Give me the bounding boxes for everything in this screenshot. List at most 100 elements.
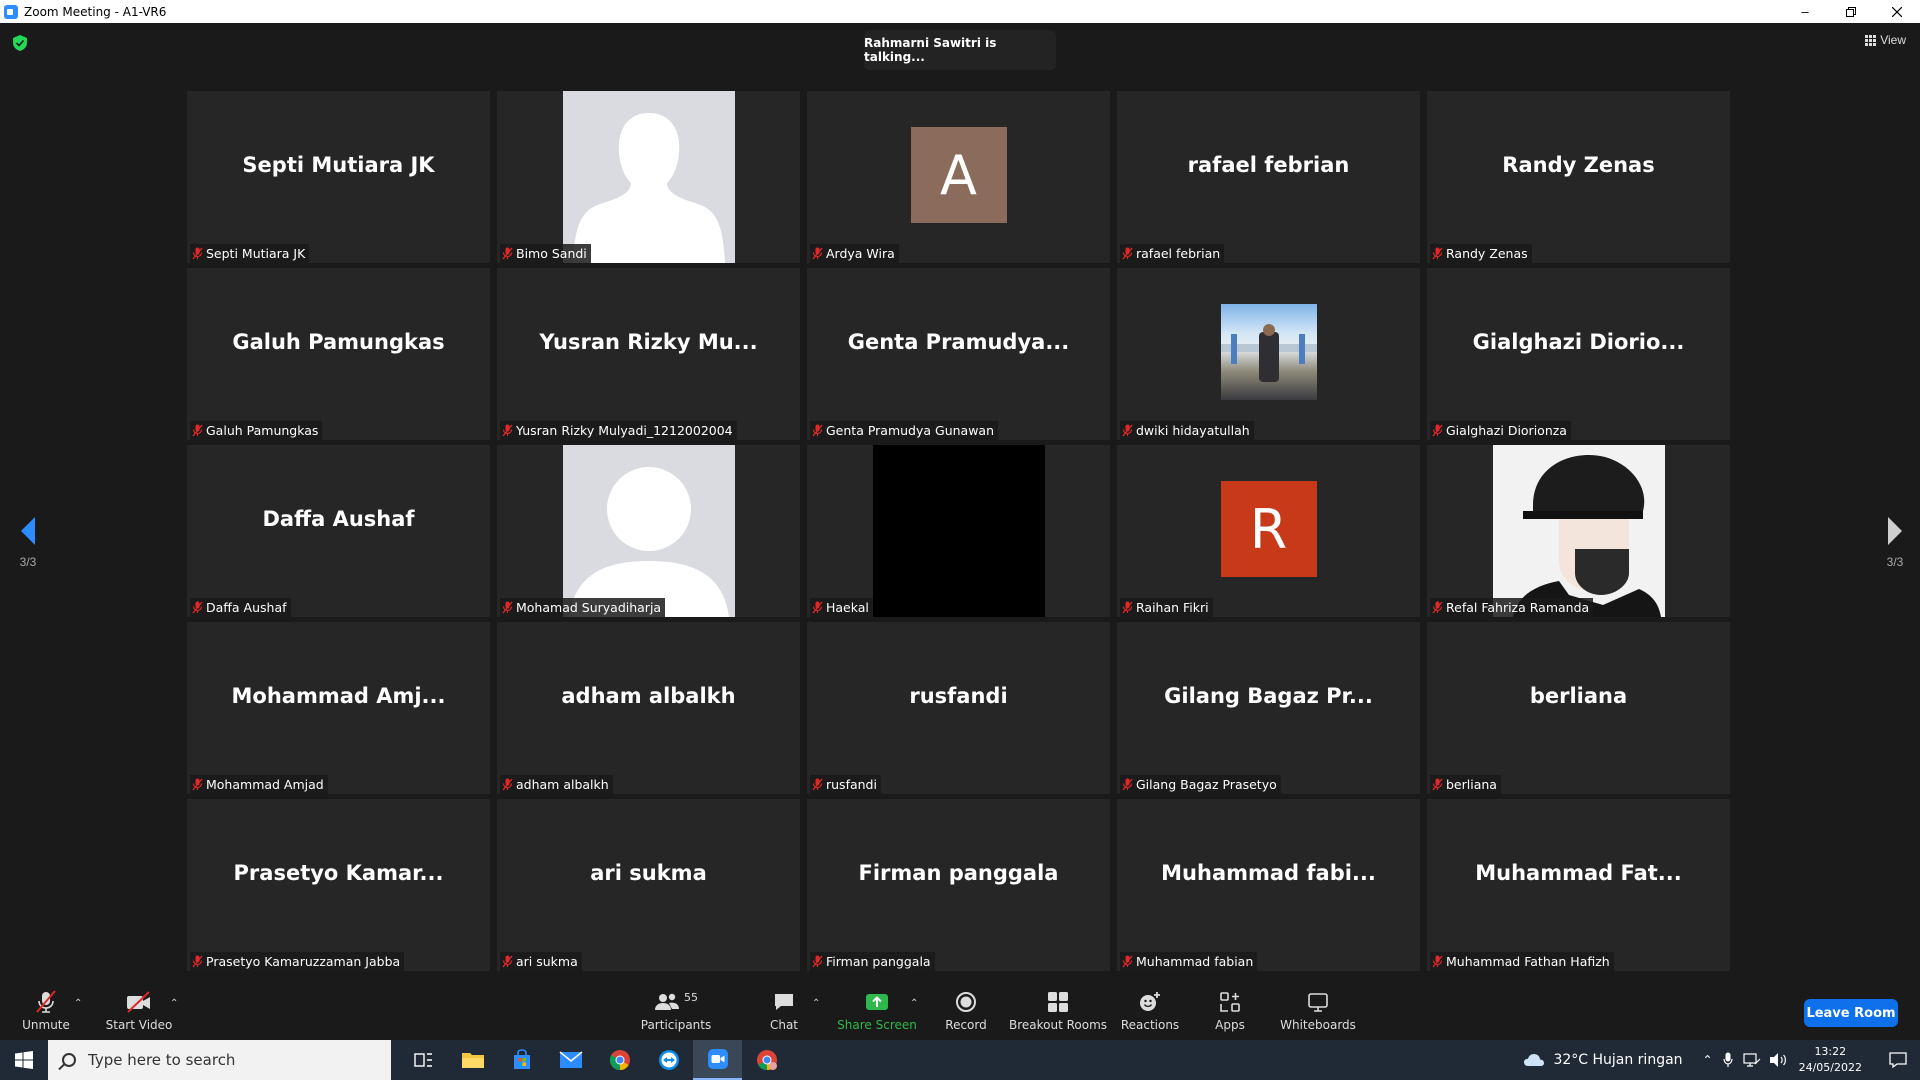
muted-mic-icon <box>1122 247 1133 260</box>
notification-center-button[interactable] <box>1876 1040 1920 1080</box>
zoom-taskbar-button[interactable] <box>693 1040 742 1080</box>
windows-taskbar: Type here to search 32°C Hujan ringan ⌃ … <box>0 1040 1920 1080</box>
close-icon <box>1892 6 1902 17</box>
muted-mic-icon <box>192 778 203 791</box>
weather-text[interactable]: 32°C Hujan ringan <box>1553 1052 1682 1068</box>
record-button[interactable]: Record <box>944 983 988 1039</box>
participant-display-name: Randy Zenas <box>1502 153 1655 177</box>
show-hidden-icons-icon[interactable]: ⌃ <box>1703 1053 1713 1067</box>
microphone-tray-icon[interactable] <box>1722 1052 1733 1068</box>
participant-tile[interactable]: Haekal <box>807 445 1110 617</box>
participant-name: Muhammad fabian <box>1136 954 1254 969</box>
prev-page-button[interactable]: 3/3 <box>8 517 48 569</box>
participants-button[interactable]: 55 Participants <box>640 983 712 1039</box>
participant-name: Prasetyo Kamaruzzaman Jabba <box>206 954 401 969</box>
reactions-button[interactable]: Reactions <box>1121 983 1179 1039</box>
participant-name-label: Firman panggala <box>810 952 935 971</box>
muted-mic-icon <box>1432 601 1443 614</box>
chrome-profile-button[interactable] <box>742 1040 791 1080</box>
participant-display-name: Prasetyo Kamar... <box>233 861 444 885</box>
participant-tile[interactable]: Firman panggala Firman panggala <box>807 799 1110 971</box>
start-button[interactable] <box>0 1040 48 1080</box>
participant-tile[interactable]: dwiki hidayatullah <box>1117 268 1420 440</box>
restore-button[interactable] <box>1828 0 1874 23</box>
participant-tile[interactable]: Prasetyo Kamar... Prasetyo Kamaruzzaman J… <box>187 799 490 971</box>
participant-tile[interactable]: Septi Mutiara JK Septi Mutiara JK <box>187 91 490 263</box>
black-video-frame <box>872 445 1045 617</box>
participant-name: Ardya Wira <box>826 246 895 261</box>
apps-button[interactable]: Apps <box>1212 983 1248 1039</box>
participant-tile[interactable]: Muhammad fabi... Muhammad fabian <box>1117 799 1420 971</box>
breakout-rooms-button[interactable]: Breakout Rooms <box>1009 983 1107 1039</box>
mail-button[interactable] <box>546 1040 595 1080</box>
participant-tile[interactable]: Muhammad Fat... Muhammad Fathan Hafizh <box>1427 799 1730 971</box>
chrome-icon <box>609 1050 630 1071</box>
participant-tile[interactable]: A Ardya Wira <box>807 91 1110 263</box>
chrome-button[interactable] <box>595 1040 644 1080</box>
participant-name-label: Mohamad Suryadiharja <box>500 598 666 617</box>
participant-tile[interactable]: Genta Pramudya... Genta Pramudya Gunawan <box>807 268 1110 440</box>
unmute-button[interactable]: Unmute <box>22 983 70 1039</box>
share-screen-label: Share Screen <box>837 1018 917 1032</box>
zoom-logo-icon <box>4 4 18 19</box>
leave-room-button[interactable]: Leave Room <box>1804 999 1898 1027</box>
participant-tile[interactable]: Mohammad Amj... Mohammad Amjad <box>187 622 490 794</box>
teamviewer-icon <box>658 1050 679 1070</box>
muted-mic-icon <box>192 955 203 968</box>
participant-tile[interactable]: Daffa Aushaf Daffa Aushaf <box>187 445 490 617</box>
participant-tile[interactable]: berliana berliana <box>1427 622 1730 794</box>
muted-mic-icon <box>35 990 57 1014</box>
participant-display-name: Genta Pramudya... <box>847 330 1070 354</box>
record-label: Record <box>945 1018 987 1032</box>
right-arrow-icon <box>1888 517 1902 545</box>
participant-tile[interactable]: Refal Fahriza Ramanda <box>1427 445 1730 617</box>
share-screen-button[interactable]: Share Screen <box>837 983 917 1039</box>
participant-display-name: Muhammad Fat... <box>1475 861 1682 885</box>
participant-name-label: rusfandi <box>810 775 881 794</box>
audio-options-caret[interactable]: ⌃ <box>74 998 82 1009</box>
participant-tile[interactable]: Yusran Rizky Mu... Yusran Rizky Mulyadi_1… <box>497 268 800 440</box>
store-button[interactable] <box>497 1040 546 1080</box>
participant-tile[interactable]: R Raihan Fikri <box>1117 445 1420 617</box>
chat-options-caret[interactable]: ⌃ <box>812 998 820 1009</box>
view-label: View <box>1880 33 1906 47</box>
taskbar-search-box[interactable]: Type here to search <box>48 1040 391 1080</box>
participant-tile[interactable]: adham albalkh adham albalkh <box>497 622 800 794</box>
participant-display-name: Muhammad fabi... <box>1161 861 1376 885</box>
whiteboards-button[interactable]: Whiteboards <box>1280 983 1356 1039</box>
participant-tile[interactable]: Galuh Pamungkas Galuh Pamungkas <box>187 268 490 440</box>
participant-tile[interactable]: Mohamad Suryadiharja <box>497 445 800 617</box>
participant-tile[interactable]: rusfandi rusfandi <box>807 622 1110 794</box>
start-video-button[interactable]: Start Video <box>104 983 174 1039</box>
participant-tile[interactable]: Randy Zenas Randy Zenas <box>1427 91 1730 263</box>
view-button[interactable]: View <box>1865 33 1906 47</box>
teamviewer-button[interactable] <box>644 1040 693 1080</box>
window-title: Zoom Meeting - A1-VR6 <box>24 4 167 19</box>
participant-name-label: Randy Zenas <box>1430 244 1532 263</box>
video-options-caret[interactable]: ⌃ <box>170 998 178 1009</box>
participant-display-name: Mohammad Amj... <box>231 684 446 708</box>
task-view-button[interactable] <box>399 1040 448 1080</box>
network-icon[interactable] <box>1742 1052 1761 1068</box>
minimize-button[interactable]: – <box>1782 0 1828 23</box>
breakout-rooms-icon <box>1047 990 1069 1014</box>
participant-tile[interactable]: Gialghazi Diorio... Gialghazi Diorionza <box>1427 268 1730 440</box>
windows-logo-icon <box>15 1051 33 1069</box>
next-page-button[interactable]: 3/3 <box>1875 517 1915 569</box>
encryption-shield-icon[interactable] <box>13 35 27 51</box>
participant-name: Mohamad Suryadiharja <box>516 600 662 615</box>
close-button[interactable] <box>1874 0 1920 23</box>
meeting-toolbar: Unmute ⌃ Start Video ⌃ 55 Participants C… <box>0 983 1920 1039</box>
share-options-caret[interactable]: ⌃ <box>910 998 918 1009</box>
zoom-app-icon <box>707 1049 728 1069</box>
participant-name-label: rafael febrian <box>1120 244 1225 263</box>
chat-button[interactable]: Chat <box>766 983 802 1039</box>
participant-tile[interactable]: ari sukma ari sukma <box>497 799 800 971</box>
participant-name: ari sukma <box>516 954 578 969</box>
participant-tile[interactable]: rafael febrian rafael febrian <box>1117 91 1420 263</box>
volume-icon[interactable] <box>1769 1052 1787 1068</box>
participant-tile[interactable]: Bimo Sandi <box>497 91 800 263</box>
participant-tile[interactable]: Gilang Bagaz Pr... Gilang Bagaz Prasetyo <box>1117 622 1420 794</box>
system-clock[interactable]: 13:22 24/05/2022 <box>1799 1044 1862 1076</box>
file-explorer-button[interactable] <box>448 1040 497 1080</box>
